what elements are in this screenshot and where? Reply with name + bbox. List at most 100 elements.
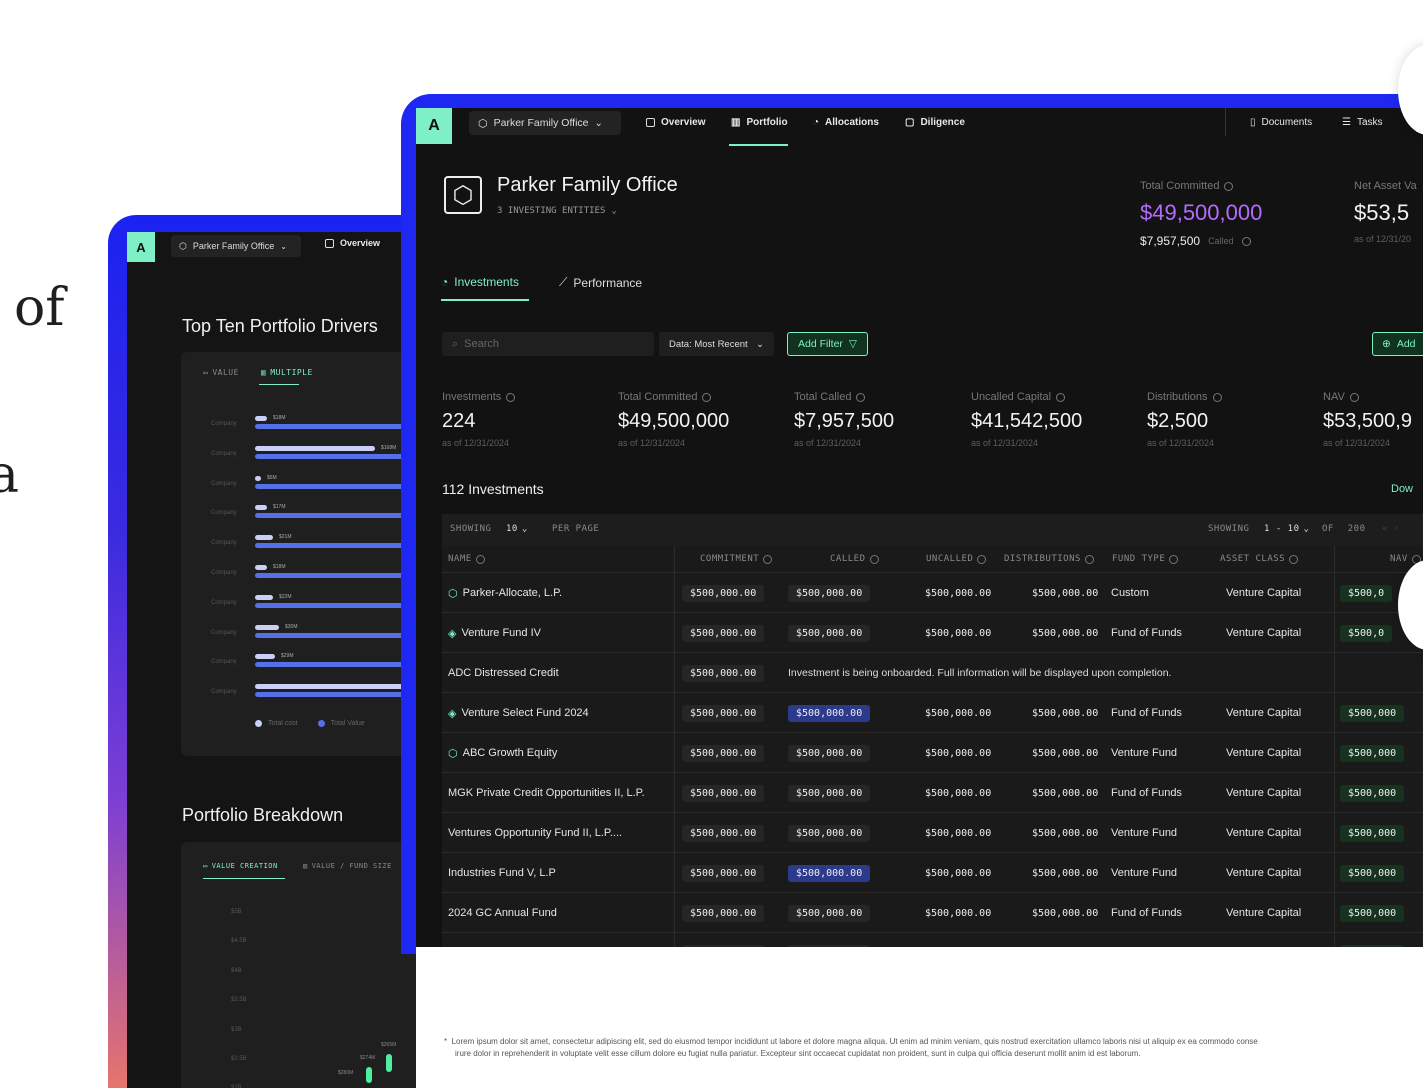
row-distributions: $500,000.00: [1032, 627, 1099, 639]
column-header[interactable]: ASSET CLASS: [1220, 554, 1299, 564]
row-fund-type: Venture Fund: [1111, 867, 1178, 879]
nav-overview[interactable]: Overview: [646, 117, 705, 128]
breakdown-ytick: $4.5B: [231, 938, 247, 945]
breakdown-ytick: $3.5B: [231, 997, 247, 1004]
row-name[interactable]: Industries Fund V, L.P: [448, 853, 556, 893]
row-name[interactable]: ⬡ ABC Growth Equity: [448, 733, 557, 773]
breakdown-tag-2: $274M: [360, 1055, 376, 1061]
nav-tasks[interactable]: ☰ Tasks: [1342, 117, 1383, 128]
table-row[interactable]: Ventures Opportunity Fund II, L.P.... $50…: [442, 812, 1423, 852]
table-row[interactable]: ADC Distressed Credit $500,000.00 Investme…: [442, 652, 1423, 692]
nav-allocations[interactable]: ◔ Allocations: [813, 117, 879, 128]
driver-value-bar: [255, 602, 417, 608]
add-filter-button[interactable]: Add Filter ▽: [787, 332, 868, 356]
driver-cost-bar: [255, 535, 273, 541]
range-select[interactable]: 1 - 10⌄: [1264, 524, 1309, 534]
data-select[interactable]: Data: Most Recent ⌄: [659, 332, 774, 356]
table-row[interactable]: ◈ Venture Select Fund 2024 $500,000.00 $500…: [442, 692, 1423, 732]
search-input[interactable]: ⌕ Search: [442, 332, 654, 356]
row-uncalled: $500,000.00: [925, 787, 992, 799]
row-name[interactable]: MGK Private Credit Opportunities II, L.P…: [448, 773, 645, 813]
driver-label: Company: [211, 421, 237, 427]
column-header[interactable]: UNCALLED: [926, 554, 987, 564]
table-row[interactable]: ⬡ Parker-Allocate, L.P. $500,000.00 $500,00…: [442, 572, 1423, 612]
row-name[interactable]: ◈ Venture Select Fund 2024: [448, 693, 589, 733]
table-row[interactable]: MGK Private Credit Opportunities II, L.P…: [442, 772, 1423, 812]
line-chart-icon: ⟋: [559, 275, 568, 289]
per-page-select[interactable]: 10⌄: [506, 524, 528, 534]
back-nav-overview-label: Overview: [340, 238, 381, 248]
list-icon: ☰: [1342, 117, 1351, 128]
tab-active-underline: [441, 299, 529, 301]
column-header[interactable]: NAME: [448, 554, 485, 564]
column-header[interactable]: CALLED: [830, 554, 879, 564]
row-name[interactable]: Ventures Opportunity Fund II, L.P....: [448, 813, 622, 853]
stat-value: $7,957,500: [794, 410, 895, 432]
layers-icon: ◈: [448, 707, 457, 720]
wallet-icon: ▭: [203, 368, 209, 377]
breakdown-tab-value-creation[interactable]: ▭ VALUE CREATION: [203, 862, 278, 870]
row-asset-class: Venture Capital: [1226, 787, 1302, 799]
chevron-down-icon: ⌄: [594, 117, 603, 129]
driver-label: Company: [211, 570, 237, 576]
info-icon: [1224, 181, 1234, 191]
row-fund-type: Fund of Funds: [1111, 907, 1182, 919]
nav-diligence[interactable]: ▢ Diligence: [905, 117, 965, 128]
row-name[interactable]: 2024 GC Annual Fund: [448, 893, 557, 933]
row-asset-class: Venture Capital: [1226, 907, 1302, 919]
breakdown-candle-1: [366, 1067, 372, 1083]
header-nav-value: $53,5: [1354, 200, 1410, 225]
table-row[interactable]: ⬡ ABC Growth Equity $500,000.00 $500,000.00…: [442, 732, 1423, 772]
stat-asof: as of 12/31/2024: [971, 438, 1039, 448]
table-row[interactable]: 2024 GC Annual Fund $500,000.00 $500,000.0…: [442, 892, 1423, 932]
nav-divider: [1225, 108, 1226, 136]
entity-subtitle[interactable]: 3 INVESTING ENTITIES ⌄: [497, 206, 617, 216]
document-icon: ▯: [1250, 117, 1256, 128]
header-committed-label: Total Committed: [1140, 180, 1234, 192]
breakdown-ytick: $4B: [231, 967, 242, 974]
nav-documents[interactable]: ▯ Documents: [1250, 117, 1312, 128]
row-nav: $500,0: [1340, 613, 1393, 653]
info-icon: [1084, 554, 1094, 564]
driver-cost-bar: [255, 565, 267, 570]
back-org-selector[interactable]: ⬡ Parker Family Office ⌄: [171, 235, 301, 257]
row-name[interactable]: ADC Distressed Credit: [448, 653, 559, 693]
tab-investments[interactable]: ◔ Investments: [441, 275, 519, 289]
table-row[interactable]: Industries Fund V, L.P $500,000.00 $500,00…: [442, 852, 1423, 892]
tab-performance[interactable]: ⟋ Performance: [559, 275, 642, 290]
app-logo-icon[interactable]: A: [127, 232, 155, 262]
column-header[interactable]: COMMITMENT: [700, 554, 773, 564]
pager-prev-icon[interactable]: « ‹: [1382, 524, 1400, 534]
driver-cost-bar: [255, 505, 267, 511]
row-commitment: $500,000.00: [682, 773, 765, 813]
header-nav-label: Net Asset Va: [1354, 180, 1417, 192]
chevron-down-icon: ⌄: [611, 206, 617, 216]
legend-dot-cost: [255, 720, 262, 727]
info-icon: [475, 554, 485, 564]
driver-tag: $18M: [273, 415, 286, 421]
row-commitment: $500,000.00: [682, 893, 765, 933]
driver-value-bar: [255, 543, 417, 549]
row-nav: $500,000: [1340, 893, 1405, 933]
download-link[interactable]: Dow: [1391, 483, 1413, 495]
row-uncalled: $500,000.00: [925, 587, 992, 599]
column-header[interactable]: DISTRIBUTIONS: [1004, 554, 1094, 564]
add-button[interactable]: ⊕ Add: [1372, 332, 1423, 356]
bg-text-a: a: [0, 445, 20, 505]
drivers-tab-value[interactable]: ▭ VALUE: [203, 368, 239, 377]
row-name[interactable]: ⬡ Parker-Allocate, L.P.: [448, 573, 562, 613]
app-logo-icon[interactable]: A: [416, 108, 452, 144]
stat-asof: as of 12/31/2024: [794, 438, 862, 448]
drivers-tab-underline: [259, 384, 299, 385]
drivers-tab-multiple[interactable]: ▥ MULTIPLE: [261, 368, 313, 377]
investments-table: SHOWING 10 ⌄ PER PAGE SHOWING 1 - 10 ⌄ OF …: [442, 514, 1423, 1005]
nav-portfolio[interactable]: ▥ Portfolio: [731, 117, 788, 128]
row-name[interactable]: ◈ Venture Fund IV: [448, 613, 541, 653]
table-row[interactable]: ◈ Venture Fund IV $500,000.00 $500,000.00 $5…: [442, 612, 1423, 652]
org-selector[interactable]: ⬡ Parker Family Office ⌄: [469, 111, 621, 135]
back-device-screen: A ⬡ Parker Family Office ⌄ Overview Top …: [127, 232, 417, 1088]
column-header[interactable]: FUND TYPE: [1112, 554, 1179, 564]
row-called: $500,000.00: [788, 853, 871, 893]
breakdown-tab-fund-size[interactable]: ▥ VALUE / FUND SIZE: [303, 862, 392, 870]
back-nav-overview[interactable]: Overview: [325, 238, 380, 248]
